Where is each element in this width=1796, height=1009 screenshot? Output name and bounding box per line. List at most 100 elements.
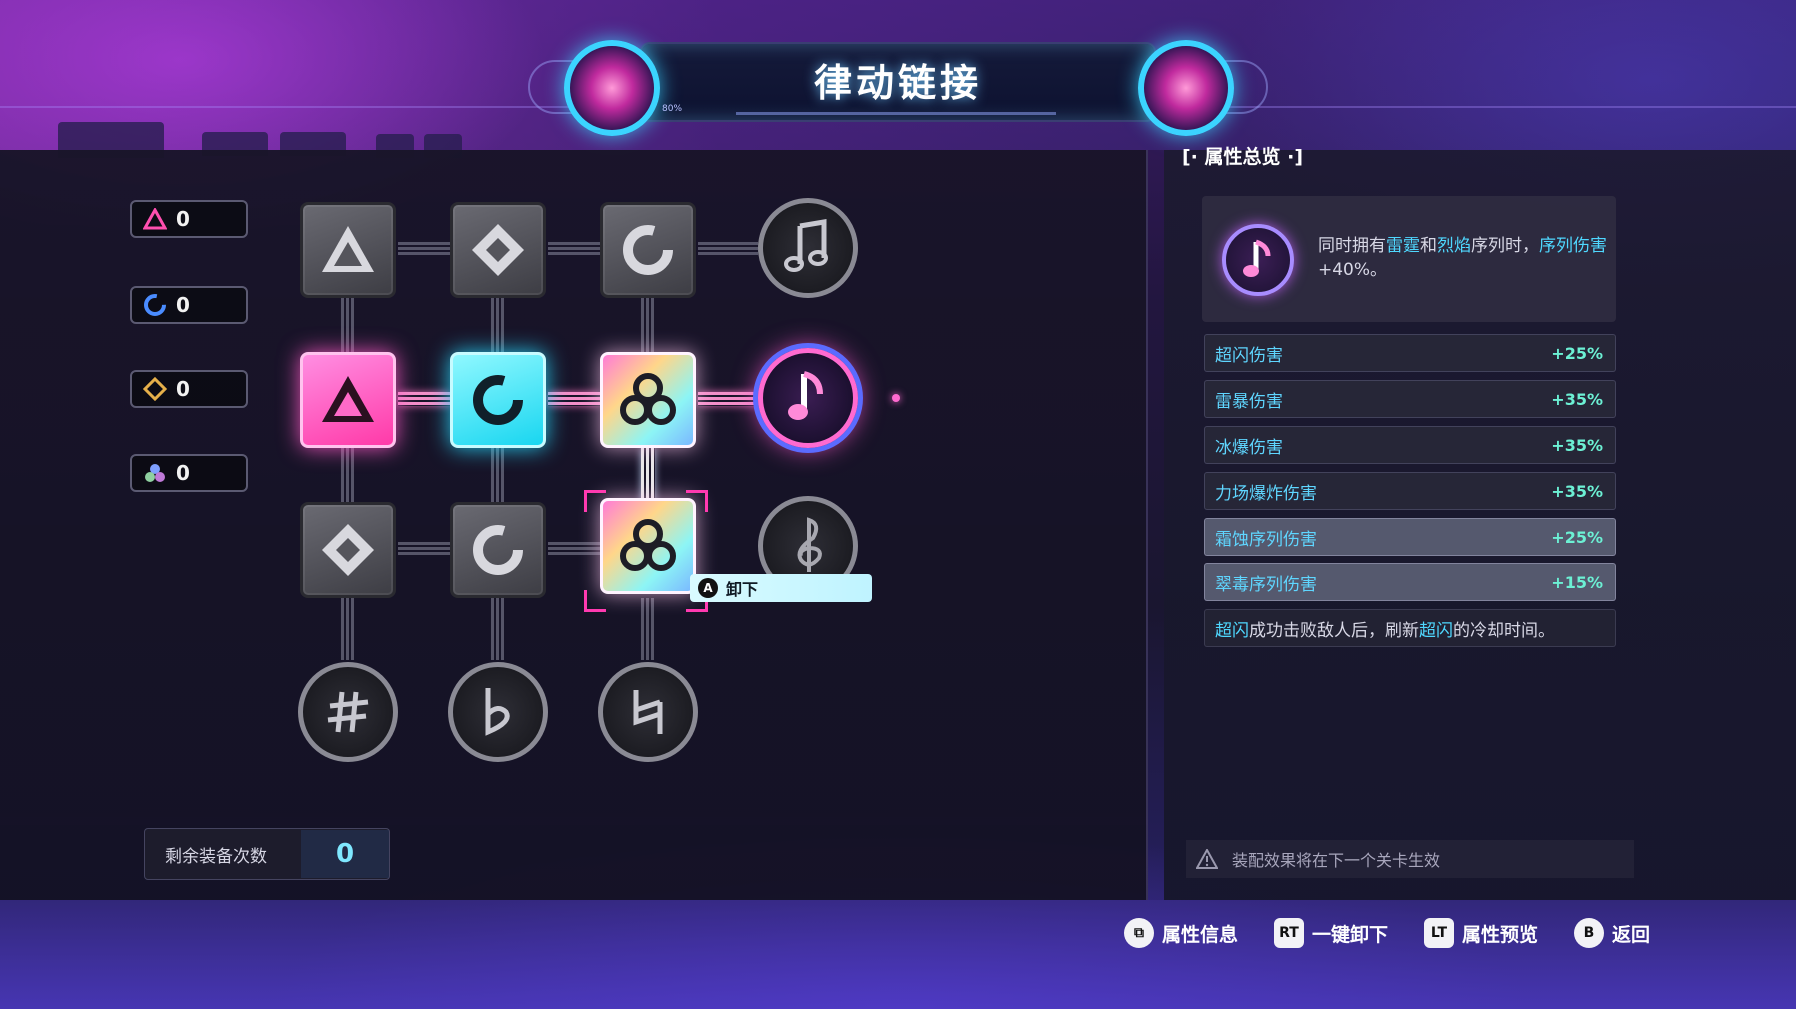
music-note-icon: [784, 219, 828, 272]
music-note-icon: [788, 371, 823, 420]
connector-active: [548, 392, 600, 406]
triangle-icon: [322, 376, 374, 422]
connector: [341, 298, 355, 352]
stat-name: 霜蚀序列伤害: [1215, 529, 1317, 550]
chain-node-sharp[interactable]: [298, 662, 398, 762]
node-indicator-dot: [892, 394, 900, 402]
connector: [548, 242, 600, 256]
grid-slot-diamond[interactable]: [300, 502, 396, 598]
hint-label: 返回: [1612, 923, 1651, 946]
ring-icon: [623, 225, 673, 275]
resource-count: 0: [176, 377, 190, 401]
trefoil-icon: [620, 373, 676, 425]
section-title: [· 属性总览 ·]: [1182, 146, 1304, 168]
equip-notice: 装配效果将在下一个关卡生效: [1186, 840, 1634, 878]
grid-slot-diamond[interactable]: [450, 202, 546, 298]
grid-slot-trefoil-selected[interactable]: [600, 498, 696, 594]
ring-icon: [473, 525, 523, 575]
stat-row: 超闪伤害 +25%: [1204, 334, 1616, 372]
b-button-icon: B: [1574, 918, 1604, 948]
diamond-icon: [322, 524, 374, 576]
stat-value: +25%: [1551, 343, 1603, 363]
sharp-icon: [327, 691, 369, 733]
stat-row: 翠毒序列伤害 +15%: [1204, 563, 1616, 601]
trefoil-icon: [142, 460, 168, 486]
stat-row: 冰爆伤害 +35%: [1204, 426, 1616, 464]
page-title: 律动链接: [813, 61, 982, 105]
connector: [341, 598, 355, 660]
footer-band: [0, 900, 1796, 1009]
resource-counter-ring: 0: [130, 286, 248, 324]
chain-node-music[interactable]: [758, 198, 858, 298]
stat-value: +35%: [1551, 389, 1603, 409]
hint-back[interactable]: B 返回: [1574, 918, 1650, 948]
grid-slot-ring-active[interactable]: [450, 352, 546, 448]
triangle-icon: [322, 226, 374, 272]
stat-value: +35%: [1551, 435, 1603, 455]
chain-node-flat[interactable]: [448, 662, 548, 762]
warning-icon: [1196, 849, 1218, 869]
notice-text: 装配效果将在下一个关卡生效: [1232, 851, 1441, 870]
title-progress-label: 80%: [662, 104, 683, 114]
grid-slot-triangle-active[interactable]: [300, 352, 396, 448]
connector: [341, 448, 355, 502]
grid-slot-triangle[interactable]: [300, 202, 396, 298]
stat-name: 力场爆炸伤害: [1215, 483, 1317, 504]
resource-counter-diamond: 0: [130, 370, 248, 408]
grid-slot-ring[interactable]: [600, 202, 696, 298]
lt-button-icon: LT: [1424, 918, 1454, 948]
hint-label: 一键卸下: [1312, 923, 1389, 946]
hint-attribute-preview[interactable]: LT 属性预览: [1424, 918, 1538, 948]
link-grid-panel: [0, 150, 1148, 900]
connector: [698, 242, 758, 256]
stat-name: 雷暴伤害: [1215, 391, 1283, 412]
selection-corner: [584, 590, 606, 612]
connector-active: [398, 392, 450, 406]
grid-slot-trefoil-active[interactable]: [600, 352, 696, 448]
ring-icon: [473, 375, 523, 425]
resource-counter-triangle: 0: [130, 200, 248, 238]
remaining-equips: 剩余装备次数 0: [144, 828, 390, 880]
view-button-icon: ⧉: [1124, 918, 1154, 948]
unload-tooltip[interactable]: A 卸下: [690, 574, 872, 602]
effect-row: 超闪 成功击败敌人后，刷新 超闪 的冷却时间。: [1204, 609, 1616, 647]
grid-slot-ring[interactable]: [450, 502, 546, 598]
connector: [398, 242, 450, 256]
remaining-label: 剩余装备次数: [165, 846, 267, 867]
ring-icon: [142, 292, 168, 318]
a-button-icon: A: [698, 578, 718, 598]
natural-icon: [633, 690, 663, 734]
stat-value: +25%: [1551, 527, 1603, 547]
hint-unload-all[interactable]: RT 一键卸下: [1274, 918, 1388, 948]
bonus-description: 同时拥有雷霆和烈焰序列时，序列伤害+40%。: [1318, 236, 1607, 280]
stat-name: 冰爆伤害: [1215, 437, 1283, 458]
stat-value: +35%: [1551, 481, 1603, 501]
title-progress-bar: [736, 112, 1056, 115]
chain-node-natural[interactable]: [598, 662, 698, 762]
remaining-value: 0: [301, 830, 389, 878]
diamond-icon: [142, 376, 168, 402]
chain-node-music-active[interactable]: [758, 348, 858, 448]
stat-row: 雷暴伤害 +35%: [1204, 380, 1616, 418]
triangle-icon: [142, 206, 168, 232]
hint-attribute-info[interactable]: ⧉ 属性信息: [1124, 918, 1238, 948]
stat-name: 翠毒序列伤害: [1215, 574, 1317, 595]
hint-label: 属性预览: [1462, 923, 1539, 946]
trefoil-icon: [620, 519, 676, 571]
hint-label: 属性信息: [1162, 923, 1239, 946]
stat-row: 霜蚀序列伤害 +25%: [1204, 518, 1616, 556]
connector: [641, 598, 655, 660]
rt-button-icon: RT: [1274, 918, 1304, 948]
treble-clef-icon: [797, 517, 822, 572]
stat-row: 力场爆炸伤害 +35%: [1204, 472, 1616, 510]
resource-count: 0: [176, 461, 190, 485]
connector: [491, 448, 505, 502]
resource-count: 0: [176, 207, 190, 231]
stat-value: +15%: [1551, 572, 1603, 592]
selection-corner: [584, 490, 606, 512]
unload-label: 卸下: [726, 580, 759, 599]
connector-active: [641, 448, 655, 502]
connector: [491, 598, 505, 660]
connector-active: [698, 392, 758, 406]
flat-icon: [485, 688, 510, 736]
